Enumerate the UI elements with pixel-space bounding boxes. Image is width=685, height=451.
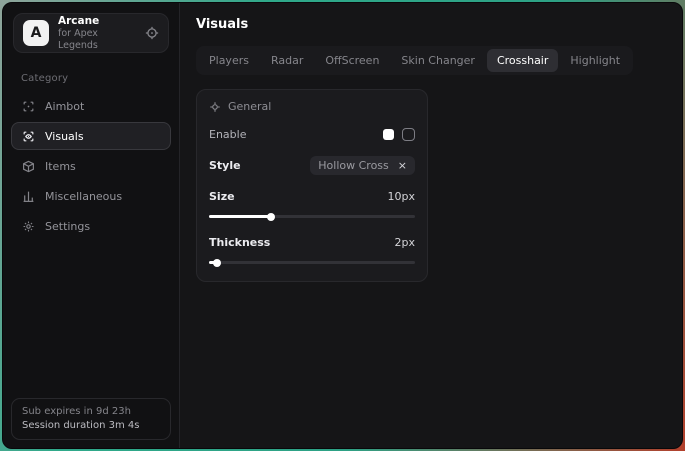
style-row: Style Hollow Cross × xyxy=(209,156,415,175)
sidebar-item-items[interactable]: Items xyxy=(11,152,171,180)
thickness-row: Thickness 2px xyxy=(209,236,415,249)
thickness-slider-track[interactable] xyxy=(209,261,415,264)
enable-color-swatch[interactable] xyxy=(383,129,394,140)
size-label: Size xyxy=(209,190,235,203)
brand-card: A Arcane for Apex Legends xyxy=(13,13,169,53)
visuals-eye-icon xyxy=(22,130,35,143)
brand-name: Arcane xyxy=(58,15,136,28)
thickness-slider[interactable] xyxy=(209,258,415,267)
thickness-label: Thickness xyxy=(209,236,270,249)
sidebar-item-miscellaneous[interactable]: Miscellaneous xyxy=(11,182,171,210)
sidebar-item-label: Miscellaneous xyxy=(45,190,122,203)
general-card-title: General xyxy=(228,100,271,113)
enable-label: Enable xyxy=(209,128,246,141)
sidebar-item-aimbot[interactable]: Aimbot xyxy=(11,92,171,120)
size-value: 10px xyxy=(388,190,416,203)
enable-controls xyxy=(383,128,415,141)
style-clear-icon[interactable]: × xyxy=(398,160,407,171)
category-label: Category xyxy=(21,73,161,84)
settings-gear-icon xyxy=(22,220,35,233)
misc-chart-icon xyxy=(22,190,35,203)
sidebar-spacer xyxy=(3,240,179,390)
app-logo: A xyxy=(23,20,49,46)
general-card: General Enable Style Hollow Cross × Size… xyxy=(196,89,428,282)
size-slider-thumb[interactable] xyxy=(267,213,275,221)
enable-checkbox[interactable] xyxy=(402,128,415,141)
page-title: Visuals xyxy=(196,17,666,32)
target-icon[interactable] xyxy=(145,26,159,40)
tab-offscreen[interactable]: OffScreen xyxy=(315,49,389,72)
sidebar-nav: Aimbot Visuals xyxy=(3,92,179,240)
sidebar-item-settings[interactable]: Settings xyxy=(11,212,171,240)
tab-highlight[interactable]: Highlight xyxy=(560,49,630,72)
sidebar-item-label: Items xyxy=(45,160,76,173)
sidebar: A Arcane for Apex Legends Category xyxy=(3,3,180,448)
thickness-value: 2px xyxy=(395,236,416,249)
sidebar-item-label: Aimbot xyxy=(45,100,84,113)
tab-radar[interactable]: Radar xyxy=(261,49,313,72)
sidebar-item-label: Visuals xyxy=(45,130,84,143)
sub-expires-text: Sub expires in 9d 23h xyxy=(22,406,160,417)
brand-text: Arcane for Apex Legends xyxy=(58,15,136,52)
enable-row: Enable xyxy=(209,128,415,141)
tab-crosshair[interactable]: Crosshair xyxy=(487,49,558,72)
thickness-slider-thumb[interactable] xyxy=(213,259,221,267)
tab-bar: Players Radar OffScreen Skin Changer Cro… xyxy=(196,46,633,75)
brand-subtitle: for Apex Legends xyxy=(58,28,136,52)
app-window: A Arcane for Apex Legends Category xyxy=(2,2,683,449)
main-content: Visuals Players Radar OffScreen Skin Cha… xyxy=(180,3,682,448)
style-selected-value: Hollow Cross xyxy=(318,159,389,172)
tab-players[interactable]: Players xyxy=(199,49,259,72)
size-slider[interactable] xyxy=(209,212,415,221)
items-cube-icon xyxy=(22,160,35,173)
size-row: Size 10px xyxy=(209,190,415,203)
session-duration-text: Session duration 3m 4s xyxy=(22,420,160,431)
style-select[interactable]: Hollow Cross × xyxy=(310,156,415,175)
general-card-header: General xyxy=(209,100,415,113)
sidebar-item-visuals[interactable]: Visuals xyxy=(11,122,171,150)
style-label: Style xyxy=(209,159,241,172)
aimbot-crosshair-icon xyxy=(22,100,35,113)
sidebar-item-label: Settings xyxy=(45,220,90,233)
size-slider-fill xyxy=(209,215,271,218)
tab-skin-changer[interactable]: Skin Changer xyxy=(391,49,485,72)
general-crosshair-icon xyxy=(209,101,221,113)
subscription-card: Sub expires in 9d 23h Session duration 3… xyxy=(11,398,171,440)
